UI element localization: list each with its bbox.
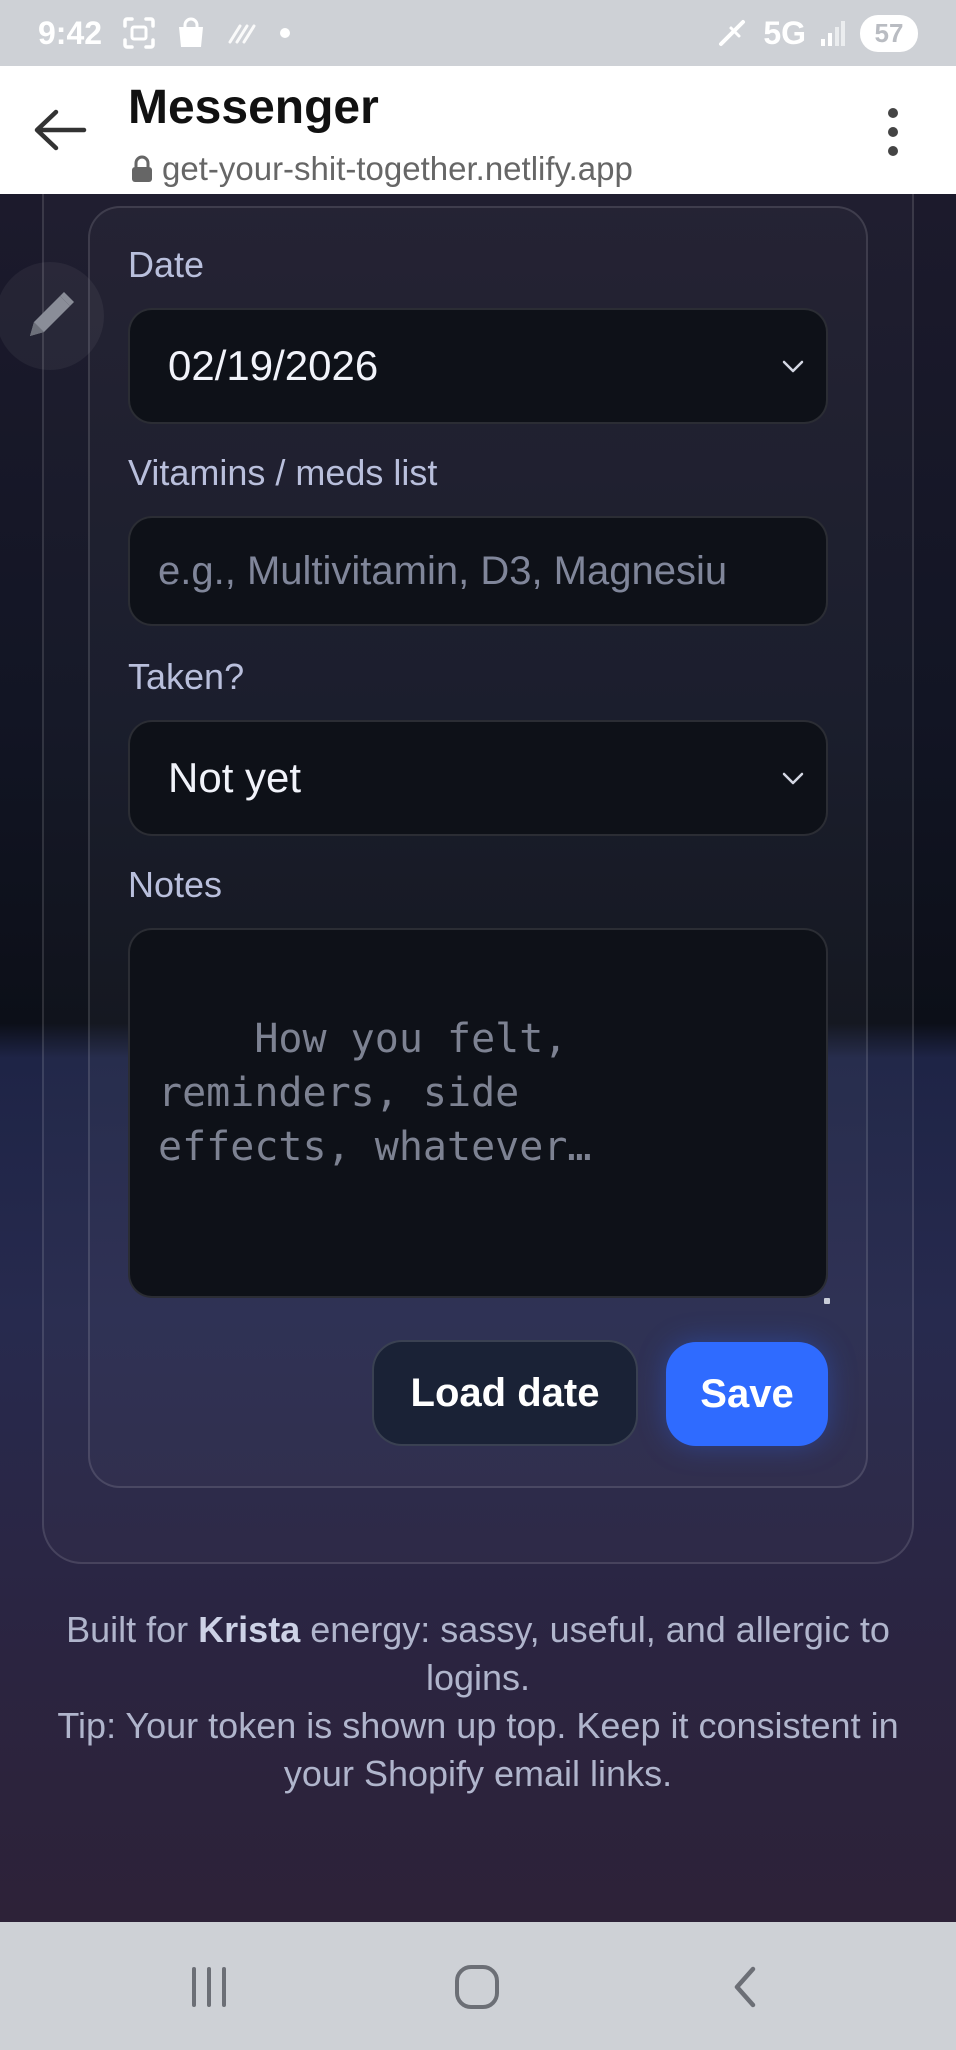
signal-icon: [820, 19, 846, 47]
battery-level: 57: [860, 14, 918, 52]
taken-value: Not yet: [168, 754, 302, 801]
url-row: get-your-shit-together.netlify.app: [130, 150, 633, 188]
kebab-dot-icon: [888, 146, 898, 156]
page-content: Date 02/19/2026 Vitamins / meds list e.g…: [0, 194, 956, 1922]
meds-label: Vitamins / meds list: [128, 452, 438, 493]
wifi-calling-icon: [226, 22, 260, 44]
network-type: 5G: [763, 14, 806, 51]
date-value: 02/19/2026: [168, 342, 379, 389]
more-options-button[interactable]: [878, 102, 908, 162]
taken-label: Taken?: [128, 656, 245, 697]
screenshot-icon: [122, 16, 156, 50]
load-date-button[interactable]: Load date: [372, 1340, 638, 1446]
footer-line-2: Tip: Your token is shown up top. Keep it…: [57, 1705, 899, 1794]
shopping-bag-icon: [176, 17, 206, 49]
pencil-icon: [30, 292, 74, 336]
taken-select[interactable]: Not yet: [128, 720, 828, 836]
notes-placeholder: How you felt, reminders, side effects, w…: [158, 1016, 592, 1170]
system-nav-bar: [0, 1922, 956, 2050]
system-back-button[interactable]: [710, 1952, 780, 2022]
kebab-dot-icon: [888, 108, 898, 118]
home-button[interactable]: [442, 1952, 512, 2022]
edit-button[interactable]: [0, 262, 104, 370]
notes-label: Notes: [128, 864, 223, 905]
kebab-dot-icon: [888, 127, 898, 137]
page-url: get-your-shit-together.netlify.app: [162, 150, 633, 187]
app-title: Messenger: [128, 81, 379, 134]
date-label: Date: [128, 244, 205, 285]
status-bar: 9:42 5G 57: [0, 0, 956, 66]
meds-input[interactable]: e.g., Multivitamin, D3, Magnesiu: [128, 516, 828, 626]
save-button[interactable]: Save: [666, 1342, 828, 1446]
data-saver-icon: [717, 18, 749, 48]
status-time: 9:42: [38, 14, 103, 51]
date-select[interactable]: 02/19/2026: [128, 308, 828, 424]
back-button[interactable]: [30, 100, 90, 160]
notes-textarea[interactable]: How you felt, reminders, side effects, w…: [128, 928, 830, 1304]
footer-name: Krista: [198, 1609, 301, 1650]
chevron-down-icon: [782, 772, 804, 785]
arrow-left-icon: [34, 109, 87, 151]
chevron-left-icon: [734, 1966, 756, 2008]
home-icon: [455, 1965, 499, 2009]
notification-dot-icon: [280, 28, 291, 38]
app-header: Messenger get-your-shit-together.netlify…: [0, 66, 956, 194]
recent-apps-button[interactable]: [174, 1952, 244, 2022]
footer-text: Built for Krista energy: sassy, useful, …: [48, 1606, 908, 1798]
lock-icon: [132, 155, 152, 182]
resize-handle-icon[interactable]: [824, 1298, 830, 1304]
meds-placeholder: e.g., Multivitamin, D3, Magnesiu: [158, 548, 728, 593]
footer-line-1: Built for Krista energy: sassy, useful, …: [66, 1609, 890, 1698]
recents-icon: [192, 1967, 226, 2007]
chevron-down-icon: [782, 360, 804, 373]
